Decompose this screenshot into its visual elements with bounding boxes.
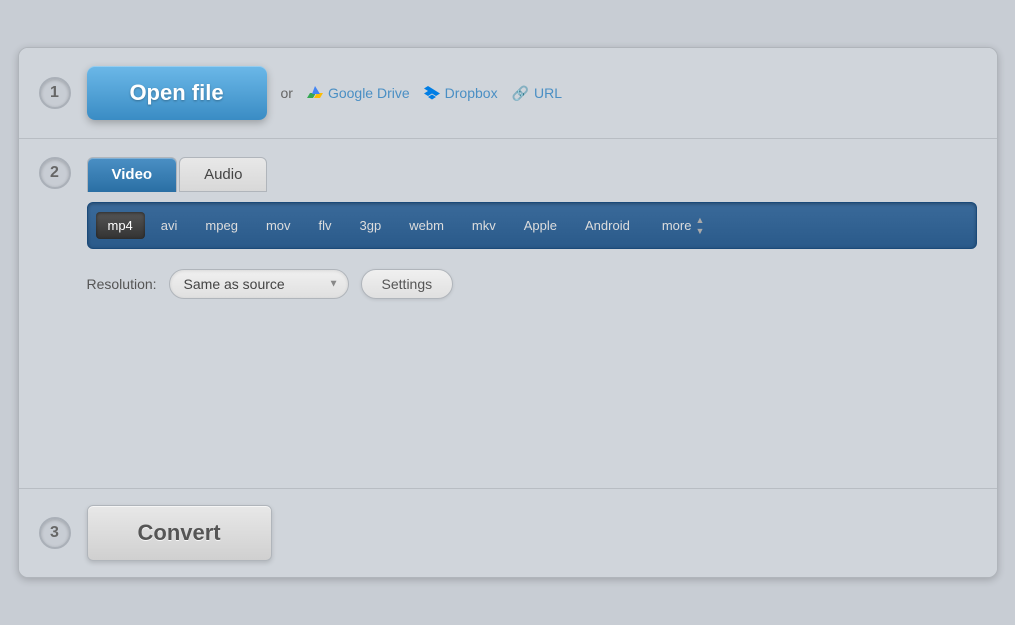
format-mp4[interactable]: mp4 bbox=[96, 212, 145, 239]
resolution-label: Resolution: bbox=[87, 276, 157, 292]
section-2: 2 Video Audio mp4 avi m bbox=[19, 139, 997, 489]
format-avi[interactable]: avi bbox=[149, 212, 190, 239]
dropbox-icon bbox=[424, 85, 440, 101]
url-link[interactable]: 🔗 URL bbox=[512, 85, 562, 102]
resolution-row: Resolution: Same as source 1080p 720p 48… bbox=[87, 269, 977, 299]
format-android[interactable]: Android bbox=[573, 212, 642, 239]
format-apple[interactable]: Apple bbox=[512, 212, 569, 239]
section-2-content: Video Audio mp4 avi mpeg mov bbox=[87, 157, 977, 299]
more-arrows-icon: ▲ ▼ bbox=[695, 215, 704, 236]
step-1-circle: 1 bbox=[39, 77, 71, 109]
section-1: 1 Open file or Google Drive Dropbox bbox=[19, 48, 997, 139]
format-more[interactable]: more ▲ ▼ bbox=[650, 209, 717, 242]
format-mpeg[interactable]: mpeg bbox=[193, 212, 250, 239]
or-text: or bbox=[281, 85, 293, 101]
dropbox-link[interactable]: Dropbox bbox=[424, 85, 498, 101]
settings-button[interactable]: Settings bbox=[361, 269, 454, 299]
google-drive-link[interactable]: Google Drive bbox=[307, 85, 410, 101]
cloud-links: Google Drive Dropbox 🔗 URL bbox=[307, 85, 562, 102]
resolution-select-wrapper: Same as source 1080p 720p 480p 360p 240p bbox=[169, 269, 349, 299]
app-container: 1 Open file or Google Drive Dropbox bbox=[18, 47, 998, 578]
url-icon: 🔗 bbox=[512, 85, 529, 102]
format-mkv[interactable]: mkv bbox=[460, 212, 508, 239]
tabs-container: Video Audio bbox=[87, 157, 977, 192]
format-webm[interactable]: webm bbox=[397, 212, 456, 239]
section-3: 3 Convert bbox=[19, 489, 997, 577]
format-flv[interactable]: flv bbox=[307, 212, 344, 239]
convert-button[interactable]: Convert bbox=[87, 505, 272, 561]
step-2-circle: 2 bbox=[39, 157, 71, 189]
format-mov[interactable]: mov bbox=[254, 212, 303, 239]
tab-audio[interactable]: Audio bbox=[179, 157, 267, 192]
format-bar: mp4 avi mpeg mov flv 3gp webm bbox=[87, 202, 977, 249]
resolution-select[interactable]: Same as source 1080p 720p 480p 360p 240p bbox=[169, 269, 349, 299]
tab-video[interactable]: Video bbox=[87, 157, 178, 192]
google-drive-icon bbox=[307, 86, 323, 100]
format-3gp[interactable]: 3gp bbox=[348, 212, 394, 239]
open-file-button[interactable]: Open file bbox=[87, 66, 267, 120]
step-3-circle: 3 bbox=[39, 517, 71, 549]
